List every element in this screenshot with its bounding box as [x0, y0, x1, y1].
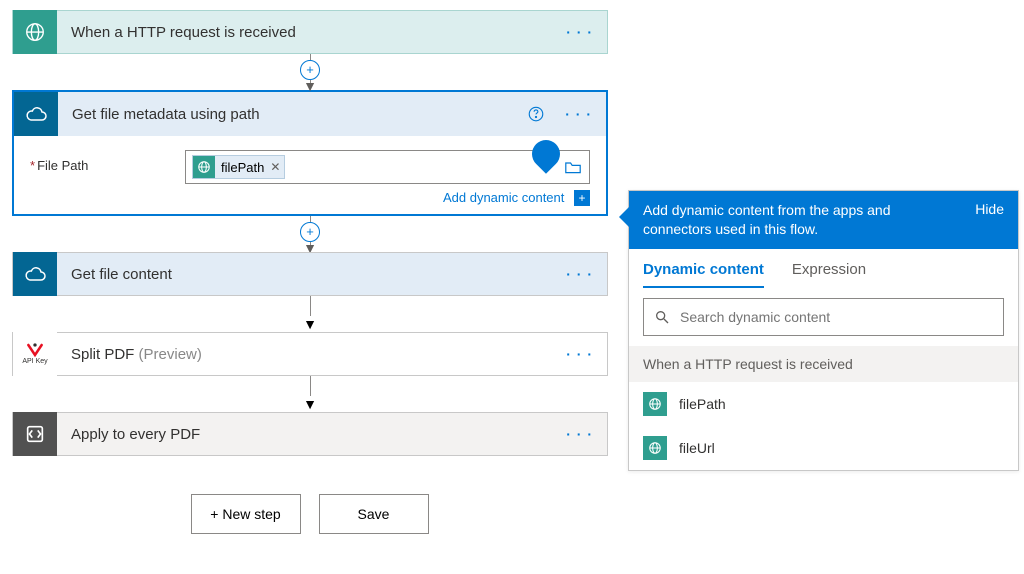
step-get-file-content[interactable]: Get file content · · ·	[12, 252, 608, 296]
connector: ▼	[12, 376, 608, 412]
globe-icon	[193, 156, 215, 178]
save-button[interactable]: Save	[319, 494, 429, 534]
step-title: Split PDF (Preview)	[57, 346, 552, 363]
connector: ▼	[12, 296, 608, 332]
dynamic-group-header: When a HTTP request is received	[629, 346, 1018, 382]
dynamic-content-panel: Add dynamic content from the apps and co…	[628, 190, 1019, 471]
connector: + ▼	[12, 54, 608, 90]
search-input[interactable]	[680, 309, 993, 325]
add-dynamic-content-link[interactable]: Add dynamic content	[443, 190, 564, 205]
dynamic-item-label: filePath	[679, 396, 726, 412]
callout-pointer-icon	[619, 207, 629, 227]
step-menu-button[interactable]: · · ·	[552, 24, 607, 40]
step-get-file-metadata[interactable]: Get file metadata using path · · · *File…	[12, 90, 608, 216]
token-label: filePath	[221, 160, 264, 175]
step-title: When a HTTP request is received	[57, 24, 552, 41]
step-http-trigger[interactable]: When a HTTP request is received · · ·	[12, 10, 608, 54]
field-label: *File Path	[30, 150, 185, 173]
arrow-down-icon: ▼	[303, 83, 317, 90]
search-dynamic-content[interactable]	[643, 298, 1004, 336]
help-icon[interactable]	[521, 105, 551, 123]
globe-icon	[643, 392, 667, 416]
step-menu-button[interactable]: · · ·	[552, 266, 607, 282]
api-key-icon: API Key	[13, 332, 57, 376]
dynamic-item-label: fileUrl	[679, 440, 715, 456]
arrow-down-icon: ▼	[303, 396, 317, 412]
file-path-input[interactable]: filePath ✕	[185, 150, 590, 184]
dynamic-item-fileurl[interactable]: fileUrl	[629, 426, 1018, 470]
step-menu-button[interactable]: · · ·	[552, 346, 607, 362]
add-step-button[interactable]: +	[300, 222, 320, 242]
step-apply-to-each[interactable]: Apply to every PDF · · ·	[12, 412, 608, 456]
cloud-icon	[14, 92, 58, 136]
globe-icon	[643, 436, 667, 460]
step-menu-button[interactable]: · · ·	[551, 106, 606, 122]
folder-picker-button[interactable]	[562, 156, 584, 178]
panel-headline: Add dynamic content from the apps and co…	[643, 201, 943, 239]
connector: + ▼	[12, 216, 608, 252]
remove-token-button[interactable]: ✕	[270, 160, 280, 174]
globe-icon	[13, 10, 57, 54]
dynamic-token-filepath[interactable]: filePath ✕	[192, 155, 285, 179]
step-menu-button[interactable]: · · ·	[552, 426, 607, 442]
search-icon	[654, 309, 670, 325]
plus-icon[interactable]: +	[574, 190, 590, 206]
new-step-button[interactable]: + New step	[191, 494, 301, 534]
arrow-down-icon: ▼	[303, 245, 317, 252]
step-title: Get file content	[57, 266, 552, 283]
hide-panel-button[interactable]: Hide	[975, 201, 1004, 217]
cloud-icon	[13, 252, 57, 296]
dynamic-item-filepath[interactable]: filePath	[629, 382, 1018, 426]
arrow-down-icon: ▼	[303, 316, 317, 332]
tab-expression[interactable]: Expression	[792, 261, 866, 288]
add-step-button[interactable]: +	[300, 60, 320, 80]
step-title: Get file metadata using path	[58, 106, 521, 123]
step-title: Apply to every PDF	[57, 426, 552, 443]
loop-icon	[13, 412, 57, 456]
tab-dynamic-content[interactable]: Dynamic content	[643, 261, 764, 288]
step-split-pdf[interactable]: API Key Split PDF (Preview) · · ·	[12, 332, 608, 376]
